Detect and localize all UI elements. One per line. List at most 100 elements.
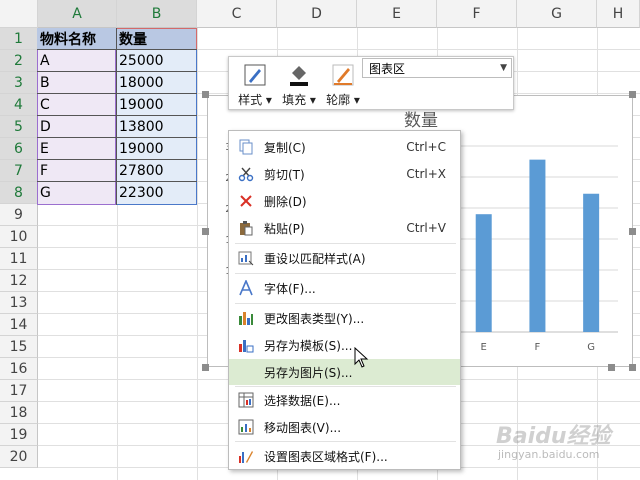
cell-b8[interactable]: 22300: [116, 182, 197, 204]
row-header-11[interactable]: 11: [0, 248, 38, 270]
cell-a3[interactable]: B: [37, 72, 116, 94]
menu-separator: [235, 243, 456, 244]
resize-handle-e[interactable]: [629, 228, 636, 235]
resize-handle-se[interactable]: [629, 364, 636, 371]
row-header-3[interactable]: 3: [0, 72, 38, 94]
menu-item-paste[interactable]: 粘贴(P) Ctrl+V: [229, 215, 460, 241]
cell-b2[interactable]: 25000: [116, 50, 197, 72]
cell-b1[interactable]: 数量: [116, 28, 197, 50]
cell-border: [37, 137, 197, 138]
row-header-4[interactable]: 4: [0, 94, 38, 116]
row-header-16[interactable]: 16: [0, 358, 38, 380]
row-header-13[interactable]: 13: [0, 292, 38, 314]
bar-g: [583, 193, 600, 332]
row-header-10[interactable]: 10: [0, 226, 38, 248]
move-chart-icon: [237, 418, 255, 436]
menu-separator: [235, 303, 456, 304]
cell-a5[interactable]: D: [37, 116, 116, 138]
row-header-9[interactable]: 9: [0, 204, 38, 226]
menu-label: 重设以匹配样式(A): [264, 251, 366, 266]
col-header-g[interactable]: G: [517, 0, 597, 28]
col-header-a[interactable]: A: [38, 0, 117, 28]
bar-f: [529, 159, 546, 332]
delete-x-icon: [237, 192, 255, 210]
outline-button[interactable]: 轮廓 ▾: [321, 59, 365, 109]
menu-label: 另存为图片(S)...: [264, 365, 353, 380]
cell-a8[interactable]: G: [37, 182, 116, 204]
cell-b6[interactable]: 19000: [116, 138, 197, 160]
fill-label: 填充: [282, 93, 307, 107]
chart-element-value: 图表区: [369, 61, 406, 76]
menu-item-cut[interactable]: 剪切(T) Ctrl+X: [229, 161, 460, 187]
cell-b5[interactable]: 13800: [116, 116, 197, 138]
menu-label: 设置图表区域格式(F)...: [264, 449, 388, 464]
menu-label: 删除(D): [264, 194, 307, 209]
cell-border: [37, 71, 197, 72]
menu-item-save-as-picture[interactable]: 另存为图片(S)...: [229, 359, 460, 385]
col-header-e[interactable]: E: [357, 0, 437, 28]
style-label: 样式: [238, 93, 263, 107]
menu-item-reset-style[interactable]: 重设以匹配样式(A): [229, 245, 460, 271]
row-header-2[interactable]: 2: [0, 50, 38, 72]
resize-handle-ne[interactable]: [629, 91, 636, 98]
col-header-h[interactable]: H: [597, 0, 640, 28]
chart-type-icon: [237, 309, 255, 327]
menu-item-select-data[interactable]: 选择数据(E)...: [229, 387, 460, 413]
menu-item-font[interactable]: 字体(F)...: [229, 275, 460, 301]
chart-title: 数量: [404, 111, 438, 131]
menu-item-move-chart[interactable]: 移动图表(V)...: [229, 414, 460, 440]
watermark-text: Baidu经验: [496, 424, 611, 449]
resize-handle-s[interactable]: [608, 364, 615, 371]
format-brush-icon: [237, 447, 255, 465]
style-button[interactable]: 样式 ▾: [233, 59, 277, 109]
resize-handle-sw[interactable]: [202, 364, 209, 371]
chevron-down-icon: ▼: [500, 63, 507, 73]
row-header-19[interactable]: 19: [0, 424, 38, 446]
row-header-18[interactable]: 18: [0, 402, 38, 424]
col-header-b[interactable]: B: [117, 0, 197, 28]
select-all-corner[interactable]: [0, 0, 38, 28]
paste-clipboard-icon: [237, 219, 255, 237]
row-header-17[interactable]: 17: [0, 380, 38, 402]
cell-b4[interactable]: 19000: [116, 94, 197, 116]
cell-border: [37, 181, 197, 182]
reset-style-icon: [237, 249, 255, 267]
cell-border: [37, 49, 197, 50]
resize-handle-w[interactable]: [202, 228, 209, 235]
cell-a2[interactable]: A: [37, 50, 116, 72]
menu-label: 复制(C): [264, 140, 306, 155]
row-header-1[interactable]: 1: [0, 28, 38, 50]
chart-element-select[interactable]: 图表区 ▼: [362, 58, 512, 78]
row-header-8[interactable]: 8: [0, 182, 38, 204]
cell-b3[interactable]: 18000: [116, 72, 197, 94]
menu-item-save-template[interactable]: 另存为模板(S)...: [229, 332, 460, 358]
menu-item-copy[interactable]: 复制(C) Ctrl+C: [229, 134, 460, 160]
menu-item-format-chart-area[interactable]: 设置图表区域格式(F)...: [229, 443, 460, 469]
menu-label: 另存为模板(S)...: [264, 338, 353, 353]
scissors-icon: [237, 165, 255, 183]
menu-item-change-chart-type[interactable]: 更改图表类型(Y)...: [229, 305, 460, 331]
row-header-14[interactable]: 14: [0, 314, 38, 336]
row-header-20[interactable]: 20: [0, 446, 38, 468]
cell-a4[interactable]: C: [37, 94, 116, 116]
cell-a7[interactable]: F: [37, 160, 116, 182]
fill-button[interactable]: 填充 ▾: [277, 59, 321, 109]
col-header-d[interactable]: D: [277, 0, 357, 28]
cell-a6[interactable]: E: [37, 138, 116, 160]
menu-label: 字体(F)...: [264, 281, 316, 296]
row-header-5[interactable]: 5: [0, 116, 38, 138]
menu-item-delete[interactable]: 删除(D): [229, 188, 460, 214]
row-header-12[interactable]: 12: [0, 270, 38, 292]
font-a-icon: [237, 279, 255, 297]
col-header-c[interactable]: C: [197, 0, 277, 28]
cell-a1[interactable]: 物料名称: [37, 28, 116, 50]
row-header-15[interactable]: 15: [0, 336, 38, 358]
cell-b7[interactable]: 27800: [116, 160, 197, 182]
x-tick-label: G: [587, 342, 595, 353]
resize-handle-nw[interactable]: [202, 91, 209, 98]
row-header-6[interactable]: 6: [0, 138, 38, 160]
x-tick-label: F: [535, 342, 541, 353]
row-header-7[interactable]: 7: [0, 160, 38, 182]
menu-shortcut: Ctrl+C: [406, 140, 446, 154]
col-header-f[interactable]: F: [437, 0, 517, 28]
